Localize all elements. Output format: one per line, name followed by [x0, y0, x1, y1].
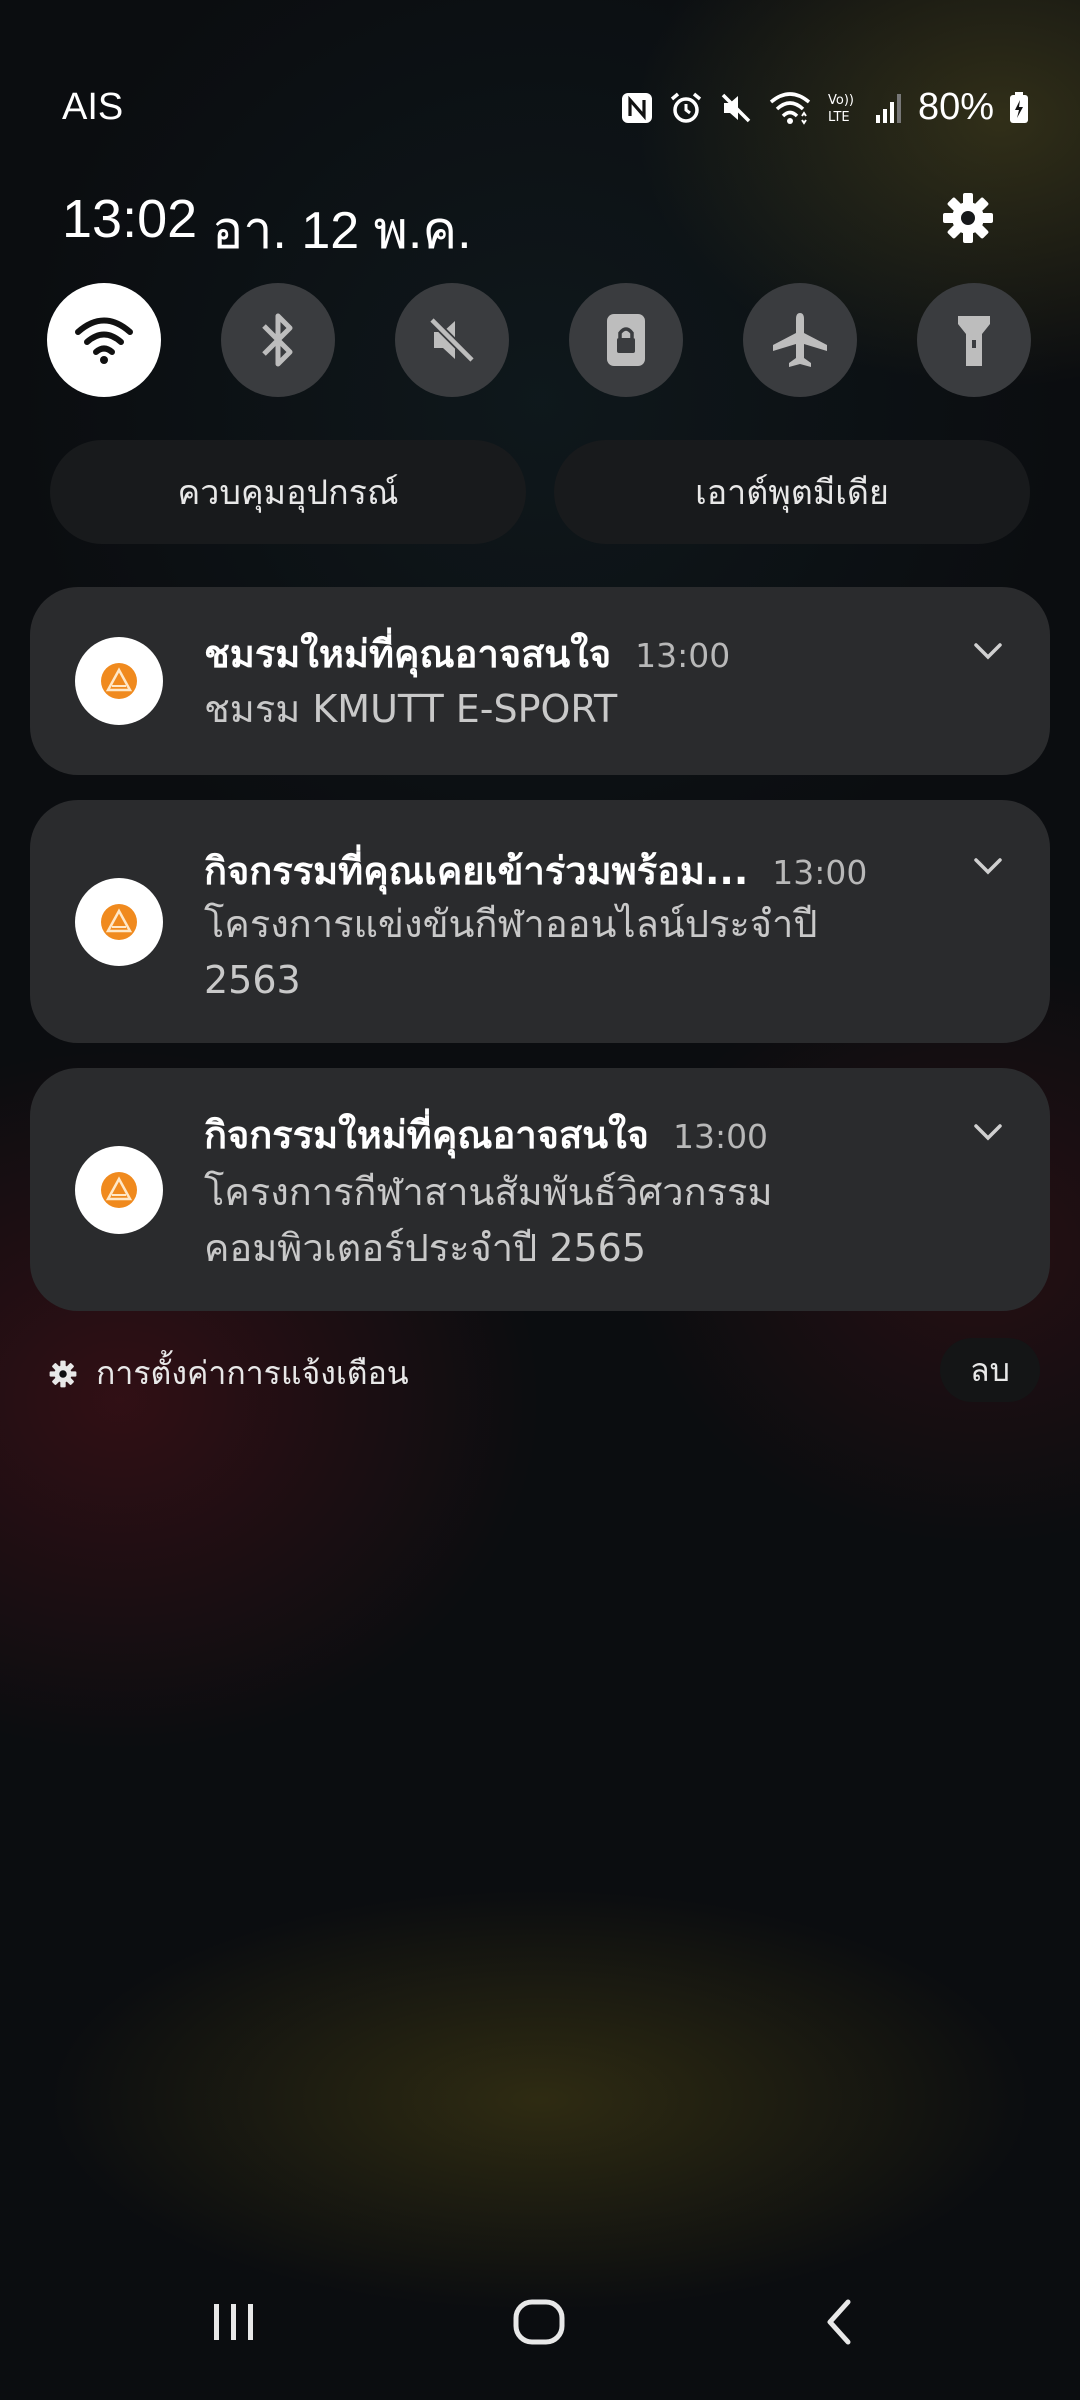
battery-icon: [1010, 91, 1028, 123]
clear-button[interactable]: ลบ: [940, 1338, 1040, 1402]
settings-gear-icon[interactable]: [940, 190, 996, 246]
chevron-down-icon[interactable]: [968, 1112, 1008, 1152]
notification-time: 13:00: [772, 853, 868, 892]
bluetooth-icon: [262, 313, 293, 367]
lock-screen-icon: [607, 314, 645, 366]
notification-title: กิจกรรมที่คุณเคยเข้าร่วมพร้อม... 13:00: [204, 840, 867, 901]
alarm-icon: [670, 92, 702, 123]
device-control-button[interactable]: ควบคุมอุปกรณ์: [50, 440, 526, 544]
carrier-label: AIS: [62, 86, 124, 128]
back-icon[interactable]: [820, 2298, 860, 2346]
notification-title-text: กิจกรรมที่คุณเคยเข้าร่วมพร้อม...: [204, 849, 749, 893]
clock: 13:02: [62, 189, 198, 249]
app-icon: [75, 1146, 163, 1234]
flashlight-toggle[interactable]: [917, 283, 1031, 397]
recent-apps-icon[interactable]: [210, 2298, 258, 2346]
screen-lock-toggle[interactable]: [569, 283, 683, 397]
battery-percent: 80%: [917, 86, 994, 128]
nfc-icon: [621, 92, 652, 123]
wifi-toggle[interactable]: [47, 283, 161, 397]
volte-label-bottom: LTE: [828, 110, 850, 125]
date-label: อา. 12 พ.ค.: [212, 202, 472, 260]
home-icon[interactable]: [510, 2298, 570, 2346]
chevron-down-icon[interactable]: [968, 846, 1008, 886]
flashlight-icon: [958, 316, 990, 366]
app-logo-icon: [101, 663, 137, 699]
wifi-icon: [75, 317, 133, 364]
status-icons: Vo)) LTE 80%: [620, 86, 1030, 129]
app-icon: [75, 637, 163, 725]
notification-settings-link[interactable]: การตั้งค่าการแจ้งเตือน: [48, 1348, 409, 1399]
mute-icon: [429, 317, 475, 363]
volte-label-top: Vo)): [828, 93, 854, 108]
app-icon: [75, 878, 163, 966]
bluetooth-toggle[interactable]: [221, 283, 335, 397]
notification-card[interactable]: ชมรมใหม่ที่คุณอาจสนใจ 13:00 ชมรม KMUTT E-…: [30, 587, 1050, 775]
notification-settings-label: การตั้งค่าการแจ้งเตือน: [96, 1354, 409, 1392]
notification-body: โครงการกีฬาสานสัมพันธ์วิศวกรรม คอมพิวเตอ…: [204, 1170, 773, 1270]
notification-body: ชมรม KMUTT E-SPORT: [204, 687, 618, 731]
media-output-button[interactable]: เอาต์พุตมีเดีย: [554, 440, 1030, 544]
app-logo-icon: [101, 904, 137, 940]
notification-body: โครงการแข่งขันกีฬาออนไลน์ประจำปี 2563: [204, 902, 818, 1002]
notification-title-text: ชมรมใหม่ที่คุณอาจสนใจ: [204, 632, 612, 676]
volte-icon: Vo)) LTE: [828, 93, 854, 125]
airplane-icon: [773, 313, 827, 367]
notification-time: 13:00: [635, 636, 731, 675]
mute-icon: [721, 93, 751, 122]
gear-icon: [49, 1360, 77, 1387]
airplane-toggle[interactable]: [743, 283, 857, 397]
chevron-down-icon[interactable]: [968, 631, 1008, 671]
wifi-icon: [769, 91, 811, 125]
notification-card[interactable]: กิจกรรมใหม่ที่คุณอาจสนใจ 13:00 โครงการกีฬ…: [30, 1068, 1050, 1311]
notification-title: กิจกรรมใหม่ที่คุณอาจสนใจ 13:00: [204, 1104, 768, 1165]
notification-title: ชมรมใหม่ที่คุณอาจสนใจ 13:00: [204, 623, 730, 684]
notification-card[interactable]: กิจกรรมที่คุณเคยเข้าร่วมพร้อม... 13:00 โค…: [30, 800, 1050, 1043]
signal-icon: [875, 93, 901, 123]
notification-time: 13:00: [672, 1117, 769, 1156]
app-logo-icon: [101, 1172, 137, 1208]
sound-toggle[interactable]: [395, 283, 509, 397]
notification-title-text: กิจกรรมใหม่ที่คุณอาจสนใจ: [204, 1113, 649, 1157]
